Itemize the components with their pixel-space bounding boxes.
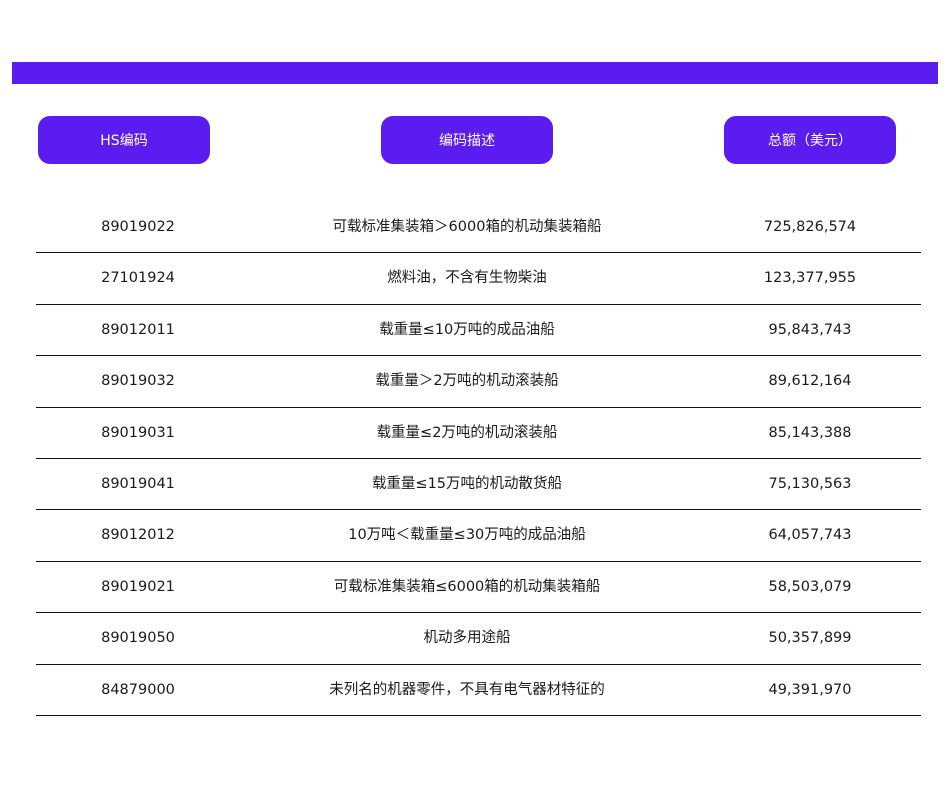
description-cell: 载重量≤15万吨的机动散货船	[371, 475, 563, 492]
table-row: 84879000 未列名的机器零件，不具有电气器材特征的 49,391,970	[36, 665, 921, 716]
total-cell: 95,843,743	[768, 321, 852, 338]
table-row: 89012012 10万吨＜载重量≤30万吨的成品油船 64,057,743	[36, 510, 921, 562]
description-cell: 10万吨＜载重量≤30万吨的成品油船	[348, 527, 586, 544]
total-cell: 89,612,164	[768, 373, 852, 390]
description-cell: 未列名的机器零件，不具有电气器材特征的	[329, 681, 605, 698]
header-description-label: 编码描述	[439, 133, 495, 149]
hs-code-cell: 89019041	[101, 475, 175, 492]
header-hs-code: HS编码	[38, 116, 210, 164]
total-cell: 58,503,079	[768, 578, 852, 595]
header-total: 总额（美元）	[724, 116, 896, 164]
hs-code-cell: 89019031	[101, 424, 175, 441]
total-cell: 123,377,955	[763, 270, 857, 287]
description-cell: 载重量≤2万吨的机动滚装船	[376, 424, 558, 441]
table-row: 89019041 载重量≤15万吨的机动散货船 75,130,563	[36, 459, 921, 511]
total-cell: 64,057,743	[768, 527, 852, 544]
table-row: 89019032 载重量＞2万吨的机动滚装船 89,612,164	[36, 356, 921, 408]
total-cell: 50,357,899	[768, 630, 852, 647]
hs-code-cell: 89019022	[101, 219, 175, 235]
hs-code-cell: 89012012	[101, 527, 175, 544]
hs-code-cell: 89019050	[101, 630, 175, 647]
top-accent-bar	[12, 62, 938, 84]
header-total-label: 总额（美元）	[768, 133, 852, 149]
table-row: 89019031 载重量≤2万吨的机动滚装船 85,143,388	[36, 408, 921, 459]
description-cell: 可载标准集装箱≤6000箱的机动集装箱船	[333, 578, 601, 595]
hs-code-cell: 89012011	[101, 321, 175, 338]
description-cell: 载重量≤10万吨的成品油船	[379, 321, 555, 338]
total-cell: 75,130,563	[768, 475, 852, 492]
table-row: 89019021 可载标准集装箱≤6000箱的机动集装箱船 58,503,079	[36, 562, 921, 614]
table-row: 89012011 载重量≤10万吨的成品油船 95,843,743	[36, 305, 921, 357]
total-cell: 49,391,970	[768, 681, 852, 698]
description-cell: 可载标准集装箱＞6000箱的机动集装箱船	[332, 219, 602, 235]
header-hs-code-label: HS编码	[100, 133, 148, 149]
table-row: 89019022 可载标准集装箱＞6000箱的机动集装箱船 725,826,57…	[36, 202, 921, 254]
hs-code-cell: 27101924	[101, 270, 175, 287]
hs-code-cell: 89019032	[101, 373, 175, 390]
table-row: 89019050 机动多用途船 50,357,899	[36, 613, 921, 665]
header-description: 编码描述	[381, 116, 553, 164]
trade-table: 89019022 可载标准集装箱＞6000箱的机动集装箱船 725,826,57…	[36, 202, 921, 716]
table-row: 27101924 燃料油，不含有生物柴油 123,377,955	[36, 253, 921, 305]
total-cell: 85,143,388	[768, 424, 852, 441]
description-cell: 机动多用途船	[423, 630, 511, 647]
hs-code-cell: 89019021	[101, 578, 175, 595]
description-cell: 燃料油，不含有生物柴油	[387, 270, 547, 287]
hs-code-cell: 84879000	[101, 681, 175, 698]
total-cell: 725,826,574	[763, 219, 857, 235]
description-cell: 载重量＞2万吨的机动滚装船	[375, 373, 559, 390]
